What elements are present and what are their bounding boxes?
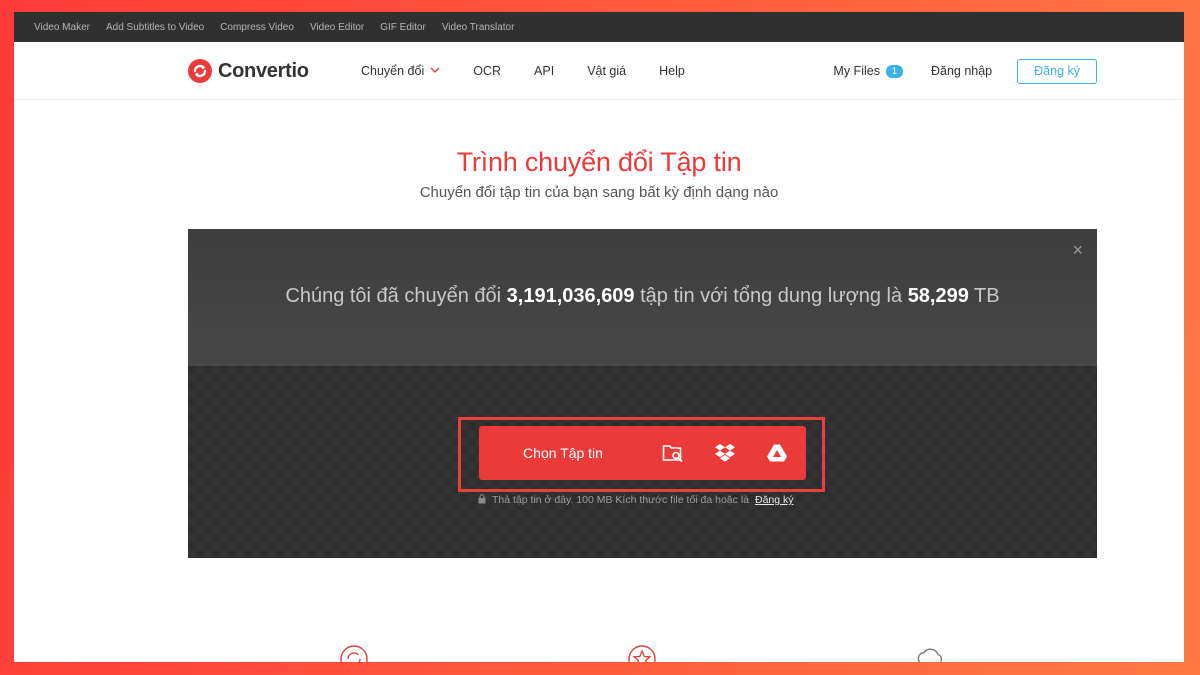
- logo[interactable]: Convertio: [188, 59, 309, 83]
- topbar-link-video-editor[interactable]: Video Editor: [310, 22, 364, 33]
- converter-panel: × Chúng tôi đã chuyển đổi 3,191,036,609 …: [188, 229, 1097, 558]
- my-files-count-badge: 1: [885, 64, 903, 78]
- topbar-link-gif-editor[interactable]: GIF Editor: [380, 22, 426, 33]
- site-header: Convertio Chuyển đổi OCR API Vật giá Hel…: [14, 42, 1184, 100]
- stats-middle: tập tin với tổng dung lượng là: [634, 285, 908, 307]
- drop-hint-text: Thả tập tin ở đây. 100 MB Kích thước fil…: [492, 494, 749, 506]
- stats-unit: TB: [968, 285, 1000, 307]
- files-converted-count: 3,191,036,609: [506, 285, 635, 307]
- google-drive-icon[interactable]: [751, 426, 803, 480]
- my-files-link[interactable]: My Files 1: [833, 64, 903, 78]
- cloud-icon: [914, 644, 946, 662]
- stats-banner: × Chúng tôi đã chuyển đổi 3,191,036,609 …: [188, 229, 1097, 366]
- nav-item-label: Chuyển đổi: [361, 64, 425, 78]
- upload-button-group: Chọn Tập tin: [479, 426, 806, 480]
- my-files-label: My Files: [833, 64, 880, 78]
- topbar-link-add-subtitles[interactable]: Add Subtitles to Video: [106, 22, 204, 33]
- convertio-logo-icon: [188, 59, 212, 83]
- drop-hint: Thả tập tin ở đây. 100 MB Kích thước fil…: [478, 494, 794, 506]
- refresh-icon: [339, 644, 369, 662]
- nav-item-ocr[interactable]: OCR: [473, 64, 501, 78]
- drop-zone[interactable]: Chọn Tập tin Thả tập tin ở đây. 100 MB K…: [188, 366, 1097, 558]
- folder-search-icon[interactable]: [647, 426, 699, 480]
- conversion-stats: Chúng tôi đã chuyển đổi 3,191,036,609 tậ…: [188, 285, 1097, 308]
- close-icon[interactable]: ×: [1072, 241, 1083, 259]
- stats-prefix: Chúng tôi đã chuyển đổi: [285, 285, 507, 307]
- login-link[interactable]: Đăng nhập: [931, 64, 992, 78]
- star-icon: [627, 644, 657, 662]
- nav-item-convert[interactable]: Chuyển đổi: [361, 64, 440, 78]
- page-title: Trình chuyển đổi Tập tin: [456, 147, 742, 177]
- topbar-link-video-maker[interactable]: Video Maker: [34, 22, 90, 33]
- logo-text: Convertio: [218, 59, 309, 82]
- chevron-down-icon: [430, 66, 440, 77]
- nav-item-pricing[interactable]: Vật giá: [587, 64, 626, 78]
- topbar-link-compress-video[interactable]: Compress Video: [220, 22, 294, 33]
- account-nav: My Files 1 Đăng nhập Đăng ký: [833, 42, 1097, 100]
- nav-item-help[interactable]: Help: [659, 64, 685, 78]
- lock-icon: [478, 494, 486, 506]
- choose-file-button[interactable]: Chọn Tập tin: [479, 445, 647, 461]
- top-promo-bar: Video Maker Add Subtitles to Video Compr…: [14, 12, 1184, 42]
- browser-page: Video Maker Add Subtitles to Video Compr…: [14, 12, 1184, 662]
- main-nav: Chuyển đổi OCR API Vật giá Help: [361, 42, 718, 100]
- page-subtitle: Chuyển đổi tập tin của bạn sang bất kỳ đ…: [419, 184, 779, 201]
- topbar-link-video-translator[interactable]: Video Translator: [442, 22, 515, 33]
- total-size-value: 58,299: [907, 285, 969, 307]
- signup-button[interactable]: Đăng ký: [1017, 58, 1097, 84]
- nav-item-api[interactable]: API: [534, 64, 554, 78]
- drop-hint-signup-link[interactable]: Đăng ký: [755, 494, 794, 506]
- dropbox-icon[interactable]: [699, 426, 751, 480]
